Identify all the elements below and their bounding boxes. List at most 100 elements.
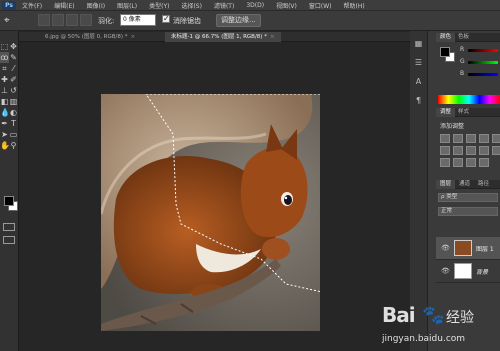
eye-icon[interactable]: 👁 <box>441 244 450 252</box>
layer-name: 背景 <box>476 269 489 276</box>
path-select-tool-icon[interactable]: ➤ <box>0 129 9 140</box>
photoshop-logo: Ps <box>2 0 16 10</box>
history-panel-icon[interactable]: ▦ <box>410 39 427 48</box>
menu-item-image[interactable]: 图像(I) <box>81 1 111 10</box>
move-tool-icon[interactable]: ✥ <box>9 41 18 52</box>
zoom-tool-icon[interactable]: ⚲ <box>9 140 18 151</box>
eye-icon[interactable]: 👁 <box>441 267 450 275</box>
layer-row[interactable]: 👁 背景 <box>436 260 500 283</box>
posterize-icon[interactable] <box>453 158 463 167</box>
document-tab-1-label: 6.jpg @ 50% (图层 0, RGB/8) * <box>45 34 128 40</box>
intersect-selection-icon[interactable] <box>80 14 92 26</box>
threshold-icon[interactable] <box>466 158 476 167</box>
document-tab-2[interactable]: 未标题-1 @ 66.7% (图层 1, RGB/8) * × <box>165 32 281 42</box>
channel-b-slider[interactable] <box>468 73 498 76</box>
canvas-image[interactable] <box>101 94 320 331</box>
quick-mask-icon[interactable] <box>3 223 15 231</box>
document-tab-1[interactable]: 6.jpg @ 50% (图层 0, RGB/8) * × <box>39 32 141 42</box>
blend-mode-select[interactable]: 正常 <box>438 207 498 216</box>
brush-tool-icon[interactable]: ✐ <box>9 74 18 85</box>
paw-icon: 🐾 <box>422 305 445 326</box>
add-adjustment-title: 添加调整 <box>440 123 465 130</box>
color-balance-icon[interactable] <box>453 146 463 155</box>
blur-tool-icon[interactable]: 💧 <box>0 107 10 118</box>
type-tool-icon[interactable]: T <box>9 118 18 129</box>
menu-item-filter[interactable]: 滤镜(T) <box>208 1 240 10</box>
document-tab-bar: 6.jpg @ 50% (图层 0, RGB/8) * × 未标题-1 @ 66.… <box>19 32 410 42</box>
menu-item-view[interactable]: 视图(V) <box>270 1 303 10</box>
tab-styles[interactable]: 样式 <box>454 108 473 117</box>
channel-b-label: B <box>460 70 465 77</box>
close-icon[interactable]: × <box>270 34 275 40</box>
lasso-tool-icon[interactable]: ꝏ <box>0 52 9 63</box>
feather-input[interactable]: 0 像素 <box>120 14 156 26</box>
healing-tool-icon[interactable]: ✚ <box>0 74 9 85</box>
layer-row[interactable]: 👁 图层 1 <box>436 237 500 260</box>
paragraph-panel-icon[interactable]: ¶ <box>410 96 427 105</box>
history-brush-icon[interactable]: ↺ <box>9 85 18 96</box>
vibrance-icon[interactable] <box>492 134 500 143</box>
channel-mixer-icon[interactable] <box>492 146 500 155</box>
tab-adjustments[interactable]: 调整 <box>436 108 456 117</box>
color-spectrum-bar[interactable] <box>438 95 500 104</box>
menu-item-file[interactable]: 文件(F) <box>16 1 48 10</box>
feather-label: 羽化: <box>98 17 115 25</box>
gradient-map-icon[interactable] <box>479 158 489 167</box>
menu-item-layer[interactable]: 图层(L) <box>111 1 143 10</box>
channel-g-slider[interactable] <box>468 61 498 64</box>
add-selection-icon[interactable] <box>52 14 64 26</box>
menu-item-3d[interactable]: 3D(D) <box>240 2 270 9</box>
menu-item-help[interactable]: 帮助(H) <box>338 1 371 10</box>
stamp-tool-icon[interactable]: ⊥ <box>0 85 9 96</box>
antialias-label: 消除锯齿 <box>173 17 201 25</box>
subtract-selection-icon[interactable] <box>66 14 78 26</box>
layer-filter-select[interactable]: ρ 类型 <box>438 193 498 202</box>
color-panel-foreground[interactable] <box>440 47 450 57</box>
layer-thumbnail <box>454 263 472 279</box>
watermark-brand: Bai <box>382 303 416 327</box>
tab-channels[interactable]: 通道 <box>455 180 474 189</box>
dodge-tool-icon[interactable]: ◐ <box>9 107 18 118</box>
polygonal-lasso-preset-icon[interactable]: ⌖ <box>4 14 22 27</box>
eraser-tool-icon[interactable]: ◧ <box>0 96 9 107</box>
menu-bar: Ps 文件(F) 编辑(E) 图像(I) 图层(L) 类型(Y) 选择(S) 滤… <box>0 0 500 11</box>
marquee-tool-icon[interactable]: ⬚ <box>0 41 9 52</box>
tab-color[interactable]: 颜色 <box>436 33 456 42</box>
options-bar: ⌖ 羽化: 0 像素 消除锯齿 调整边缘... <box>0 11 500 31</box>
channel-g-label: G <box>460 58 465 65</box>
refine-edge-button[interactable]: 调整边缘... <box>216 14 261 27</box>
color-panel: 颜色 色板 R G B <box>436 33 500 104</box>
brightness-icon[interactable] <box>440 134 450 143</box>
invert-icon[interactable] <box>440 158 450 167</box>
shape-tool-icon[interactable]: ▭ <box>9 129 18 140</box>
quick-select-tool-icon[interactable]: ✎ <box>9 52 18 63</box>
photo-filter-icon[interactable] <box>479 146 489 155</box>
toolbox: ⬚ ✥ ꝏ ✎ ⌗ ⁄ ✚ ✐ ⊥ ↺ ◧ ▥ 💧 ◐ ✒ T ➤ ▭ ✋ ⚲ <box>0 31 19 351</box>
close-icon[interactable]: × <box>130 34 135 40</box>
menu-item-edit[interactable]: 编辑(E) <box>48 1 80 10</box>
properties-panel-icon[interactable]: ☰ <box>410 58 427 67</box>
menu-item-window[interactable]: 窗口(W) <box>303 1 338 10</box>
gradient-tool-icon[interactable]: ▥ <box>9 96 18 107</box>
antialias-checkbox[interactable] <box>162 14 170 23</box>
channel-r-slider[interactable] <box>468 49 498 52</box>
menu-item-type[interactable]: 类型(Y) <box>143 1 175 10</box>
foreground-color-swatch[interactable] <box>4 196 14 206</box>
hue-saturation-icon[interactable] <box>440 146 450 155</box>
hand-tool-icon[interactable]: ✋ <box>0 140 10 151</box>
pen-tool-icon[interactable]: ✒ <box>0 118 9 129</box>
crop-tool-icon[interactable]: ⌗ <box>0 63 9 74</box>
levels-icon[interactable] <box>453 134 463 143</box>
eyedropper-tool-icon[interactable]: ⁄ <box>9 63 18 74</box>
menu-item-select[interactable]: 选择(S) <box>175 1 208 10</box>
watermark-url: jingyan.baidu.com <box>382 334 466 344</box>
character-panel-icon[interactable]: A <box>410 77 427 86</box>
screen-mode-icon[interactable] <box>3 236 15 244</box>
tab-swatches[interactable]: 色板 <box>454 33 473 42</box>
new-selection-icon[interactable] <box>38 14 50 26</box>
black-white-icon[interactable] <box>466 146 476 155</box>
curves-icon[interactable] <box>466 134 476 143</box>
exposure-icon[interactable] <box>479 134 489 143</box>
tab-layers[interactable]: 图层 <box>436 180 456 189</box>
tab-paths[interactable]: 路径 <box>474 180 493 189</box>
